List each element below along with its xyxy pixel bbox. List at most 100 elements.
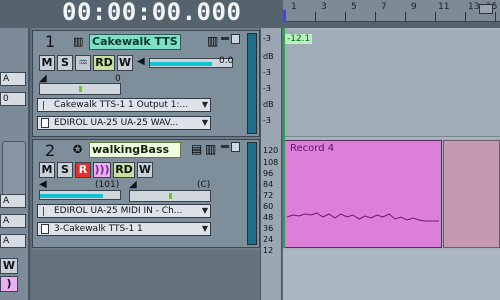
solo-button[interactable]: S [57,55,73,71]
chevron-down-icon: ▼ [201,118,208,127]
maximize-icon[interactable] [231,142,240,152]
solo-button[interactable]: S [57,162,73,178]
midi-track-icon: ✪ [73,143,83,156]
output-dropdown[interactable]: 3-Cakewalk TTS-1 1 ▼ [37,222,211,236]
input-dropdown[interactable]: EDIROL UA-25 UA-25 WAV... ▼ [37,116,211,130]
volume-value: 0.0 [219,56,234,66]
input-dropdown[interactable]: | EDIROL UA-25 MIDI IN - Ch... ▼ [37,204,211,218]
clip-lane-2[interactable]: Record 4 [283,139,500,248]
volume-value: (101) [95,180,120,190]
scale-label: 36 [263,224,274,233]
scale-label: 48 [263,213,274,222]
track-number: 1 [45,32,56,51]
loop-marker[interactable] [479,4,493,14]
scale-label: dB [263,52,274,61]
scale-label: 84 [263,180,274,189]
track-2-level-meter [247,142,257,245]
side-panel-frame [2,141,26,199]
chevron-down-icon: ▼ [201,100,208,109]
scale-label: -3 [263,84,271,93]
now-marker[interactable] [283,10,286,22]
scale-label: -3 [263,34,271,43]
scale-label: 120 [263,146,279,155]
track-strip-icon-2[interactable]: ▥ [205,142,216,156]
side-field-label: A [3,216,10,226]
ruler-tick [315,12,316,22]
clips-pane[interactable]: -12.1 Record 4 [283,28,500,300]
scale-label: 60 [263,202,274,211]
volume-fill [40,194,103,198]
read-automation-button[interactable]: RD [113,162,135,178]
track-view: 1 ▥ Cakewalk TTS ▥ M S ♒ RD W ◀ 0.0 ◢ 0 … [32,28,260,300]
scale-label: dB [263,100,274,109]
side-field-label: 0 [3,94,9,104]
track-name-field[interactable]: Cakewalk TTS [89,34,181,50]
ruler-tick [345,12,346,22]
clip-note-data [286,212,439,222]
volume-icon: ◀ [39,179,47,190]
pan-slider[interactable] [39,83,121,95]
input-port-icon: | [42,207,46,217]
input-echo-icon[interactable]: ))) [93,162,111,178]
scale-label: 72 [263,191,274,200]
track-2[interactable]: 2 ✪ walkingBass ▤ ▥ M S R ))) RD W ◀ (10… [32,139,260,248]
scale-label: -3 [263,116,271,125]
input-dropdown-value: EDIROL UA-25 MIDI IN - Ch... [54,206,183,216]
empty-track-space[interactable] [32,250,260,300]
scale-label: 96 [263,169,274,178]
side-field[interactable]: A [0,72,26,86]
mute-button[interactable]: M [39,162,55,178]
track-strip-icon[interactable]: ▥ [207,34,218,48]
marker-label: -12.1 [285,34,313,44]
clip-continuation[interactable] [443,140,500,248]
scale-label: 108 [263,158,279,167]
midi-clip[interactable]: Record 4 [284,140,442,248]
ruler-label: 9 [411,2,417,12]
side-panel-strip: A 0 A A A W ) [0,28,30,300]
minimize-icon[interactable] [221,37,229,40]
output-port-icon: | [42,101,46,111]
time-counter: 00:00:00.000 [62,0,242,26]
clip-lane-1[interactable]: -12.1 [283,30,500,137]
mute-button[interactable]: M [39,55,55,71]
write-automation-button[interactable]: W [137,162,153,178]
ruler-label: 1 [291,2,297,12]
ruler-label: 7 [381,2,387,12]
maximize-icon[interactable] [231,34,240,44]
record-arm-button[interactable]: R [75,162,91,178]
input-port-icon [41,118,49,128]
track-strip-icon[interactable]: ▤ [191,142,202,156]
track-1-level-meter [247,33,257,134]
read-automation-button[interactable]: RD [93,55,115,71]
side-field[interactable]: A [0,194,26,208]
side-field[interactable]: A [0,214,26,228]
now-time-line [283,28,285,248]
side-w-button[interactable]: W [0,258,18,274]
side-field-label: A [3,236,10,246]
timeline-ruler[interactable]: 1 3 5 7 9 11 13 15 [283,0,500,22]
track-1[interactable]: 1 ▥ Cakewalk TTS ▥ M S ♒ RD W ◀ 0.0 ◢ 0 … [32,30,260,137]
side-echo-button[interactable]: ) [0,276,18,292]
meter-scale-column: -3 dB -3 -3 dB -3 120 108 96 84 72 60 48… [260,28,282,300]
side-field-label: A [3,196,10,206]
write-automation-button[interactable]: W [117,55,133,71]
scale-label: 24 [263,235,274,244]
chevron-down-icon: ▼ [201,224,208,233]
empty-clip-lane[interactable] [283,250,500,300]
pan-indicator [169,193,172,199]
output-port-icon [41,224,49,234]
volume-fader[interactable] [39,190,121,200]
output-dropdown-value: 3-Cakewalk TTS-1 1 [54,224,143,234]
minimize-icon[interactable] [221,145,229,148]
track-name-field[interactable]: walkingBass [89,142,181,158]
ruler-tick [375,12,376,22]
scale-label: -3 [263,68,271,77]
track-number: 2 [45,141,56,160]
scale-label: 12 [263,246,274,255]
pan-slider[interactable] [129,190,211,202]
side-field[interactable]: A [0,234,26,248]
output-dropdown[interactable]: | Cakewalk TTS-1 1 Output 1:... ▼ [37,98,211,112]
side-field[interactable]: 0 [0,92,26,106]
track-instrument-icon: ▥ [73,35,84,48]
input-echo-icon[interactable]: ♒ [75,55,91,71]
